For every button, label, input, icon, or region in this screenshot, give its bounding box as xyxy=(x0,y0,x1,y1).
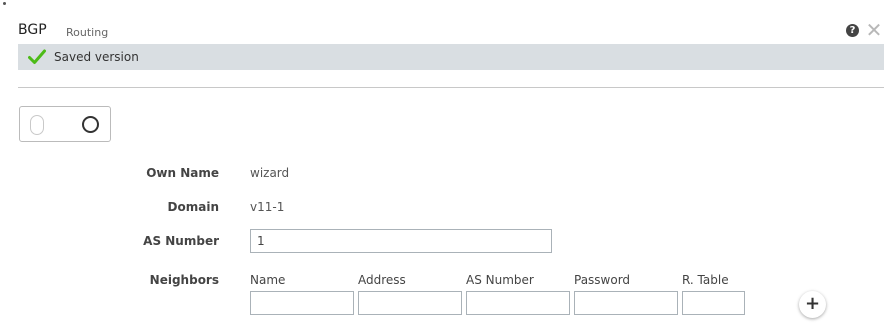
status-text: Saved version xyxy=(54,50,139,64)
neighbor-as-number-input[interactable] xyxy=(466,291,570,315)
neighbors-col-address: Address xyxy=(358,273,406,287)
neighbors-col-name: Name xyxy=(250,273,286,287)
neighbor-address-input[interactable] xyxy=(358,291,462,315)
as-number-label: AS Number xyxy=(143,234,219,248)
close-icon[interactable]: ✕ xyxy=(864,20,884,40)
as-number-input[interactable] xyxy=(250,229,552,253)
neighbor-name-input[interactable] xyxy=(250,291,354,315)
own-name-label: Own Name xyxy=(146,166,219,180)
divider xyxy=(18,87,884,88)
neighbors-col-password: Password xyxy=(574,273,631,287)
enable-toggle[interactable] xyxy=(19,106,111,142)
help-icon[interactable]: ? xyxy=(846,24,859,37)
toggle-off-icon xyxy=(30,115,44,135)
domain-value: v11-1 xyxy=(250,200,285,214)
panel-header: BGP Routing ? ✕ xyxy=(18,20,884,44)
own-name-value: wizard xyxy=(250,166,290,180)
neighbor-password-input[interactable] xyxy=(574,291,678,315)
neighbors-col-r-table: R. Table xyxy=(682,273,729,287)
corner-dot xyxy=(3,2,6,5)
domain-label: Domain xyxy=(167,200,219,214)
toggle-on-icon xyxy=(82,116,99,133)
page-title: BGP xyxy=(18,22,47,38)
neighbors-col-as-number: AS Number xyxy=(466,273,534,287)
check-icon xyxy=(28,49,46,64)
status-bar: Saved version xyxy=(18,44,884,70)
page-subtitle: Routing xyxy=(66,26,109,39)
add-neighbor-button[interactable]: + xyxy=(799,291,826,318)
neighbors-label: Neighbors xyxy=(149,273,219,287)
neighbor-r-table-input[interactable] xyxy=(682,291,745,315)
